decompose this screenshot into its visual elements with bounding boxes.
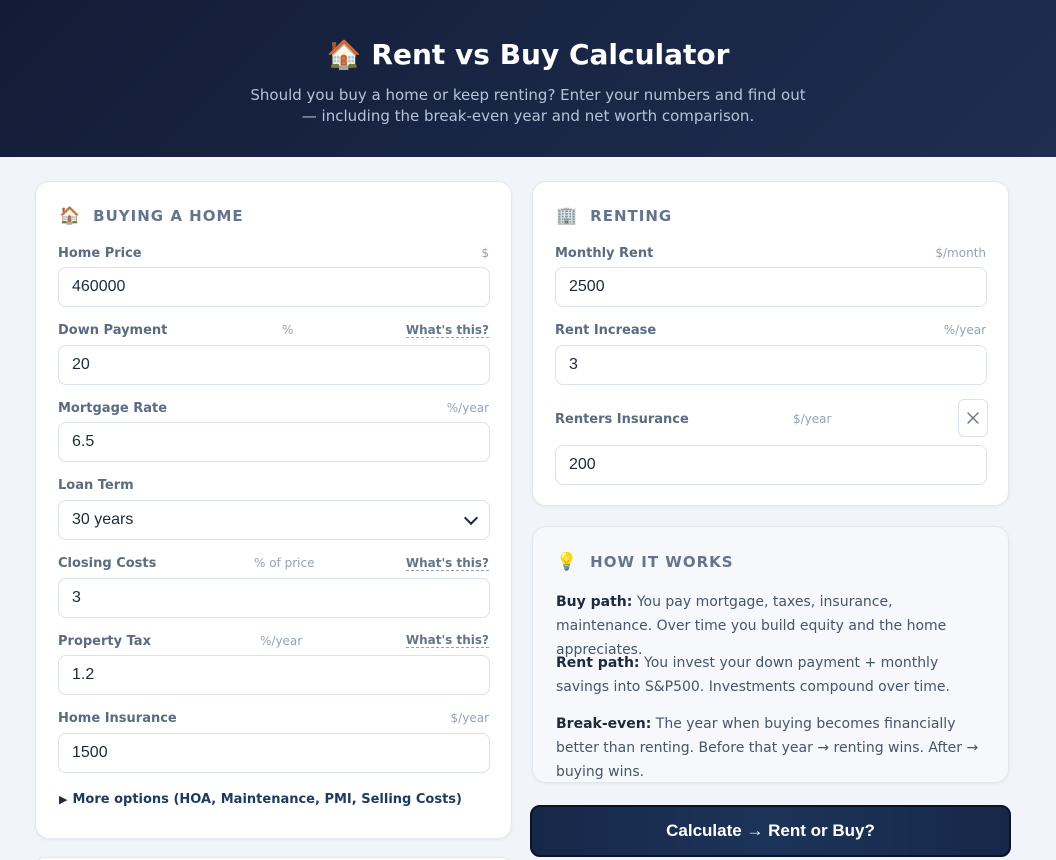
renters-insurance-input[interactable] <box>555 445 987 485</box>
how-item-title: Break-even: <box>556 716 652 732</box>
monthly-rent-label: Monthly Rent <box>555 246 654 261</box>
buying-card: 🏠 BUYING A HOME Home Price $ Down Paymen… <box>35 181 512 839</box>
mortgage-rate-input[interactable] <box>58 422 490 462</box>
page-title: 🏠 Rent vs Buy Calculator <box>0 38 1056 71</box>
down-payment-unit: % <box>282 323 294 337</box>
lightbulb-icon: 💡 <box>556 552 579 572</box>
mortgage-rate-label: Mortgage Rate <box>58 401 168 416</box>
more-options-toggle[interactable]: ▶ More options (HOA, Maintenance, PMI, S… <box>59 792 462 807</box>
buying-heading: 🏠 BUYING A HOME <box>59 206 244 226</box>
how-item-title: Buy path: <box>556 594 633 610</box>
page-subtitle: Should you buy a home or keep renting? E… <box>250 86 806 125</box>
down-payment-label: Down Payment <box>58 323 168 338</box>
renting-heading: 🏢 RENTING <box>556 206 672 226</box>
more-options-label: More options (HOA, Maintenance, PMI, Sel… <box>72 792 462 807</box>
home-price-unit: $ <box>481 246 489 260</box>
monthly-rent-input[interactable] <box>555 267 987 307</box>
chevron-down-icon <box>463 510 479 525</box>
closing-costs-help-link[interactable]: What's this? <box>405 556 489 571</box>
remove-field-button[interactable] <box>958 399 988 437</box>
how-it-works-card: 💡 HOW IT WORKS Buy path: You pay mortgag… <box>532 526 1009 783</box>
renters-insurance-label: Renters Insurance <box>555 412 689 427</box>
how-item-breakeven: Break-even: The year when buying becomes… <box>556 712 992 784</box>
closing-costs-unit: % of price <box>254 556 315 570</box>
building-icon: 🏢 <box>556 206 579 226</box>
page-header: 🏠 Rent vs Buy Calculator Should you buy … <box>0 0 1056 157</box>
property-tax-help-link[interactable]: What's this? <box>405 633 489 648</box>
home-price-input[interactable] <box>58 267 490 307</box>
property-tax-input[interactable] <box>58 655 490 695</box>
loan-term-value: 30 years <box>72 511 134 528</box>
down-payment-input[interactable] <box>58 345 490 385</box>
rent-increase-label: Rent Increase <box>555 323 657 338</box>
buying-heading-text: BUYING A HOME <box>93 207 244 225</box>
house-icon: 🏠 <box>59 206 82 226</box>
mortgage-rate-unit: %/year <box>446 401 489 415</box>
property-tax-unit: %/year <box>260 634 303 648</box>
triangle-right-icon: ▶ <box>59 793 68 806</box>
loan-term-select[interactable]: 30 years <box>58 500 490 540</box>
monthly-rent-unit: $/month <box>935 246 986 260</box>
loan-term-label: Loan Term <box>58 478 134 493</box>
rent-increase-input[interactable] <box>555 345 987 385</box>
home-insurance-unit: $/year <box>450 711 489 725</box>
how-item-title: Rent path: <box>556 655 640 671</box>
close-icon <box>967 412 979 424</box>
how-item-rent: Rent path: You invest your down payment … <box>556 651 992 699</box>
closing-costs-input[interactable] <box>58 578 490 618</box>
how-it-works-heading-text: HOW IT WORKS <box>590 553 734 571</box>
down-payment-help-link[interactable]: What's this? <box>405 323 489 338</box>
home-insurance-input[interactable] <box>58 733 490 773</box>
page-title-text: Rent vs Buy Calculator <box>371 38 730 71</box>
renting-heading-text: RENTING <box>590 207 673 225</box>
how-it-works-heading: 💡 HOW IT WORKS <box>556 552 734 572</box>
home-insurance-label: Home Insurance <box>58 711 177 726</box>
home-price-label: Home Price <box>58 246 142 261</box>
calculate-button[interactable]: Calculate → Rent or Buy? <box>530 805 1011 857</box>
property-tax-label: Property Tax <box>58 634 151 649</box>
rent-increase-unit: %/year <box>943 323 986 337</box>
house-icon: 🏠 <box>326 38 362 71</box>
renting-card: 🏢 RENTING Monthly Rent $/month Rent Incr… <box>532 181 1009 506</box>
renters-insurance-unit: $/year <box>793 412 832 426</box>
closing-costs-label: Closing Costs <box>58 556 157 571</box>
